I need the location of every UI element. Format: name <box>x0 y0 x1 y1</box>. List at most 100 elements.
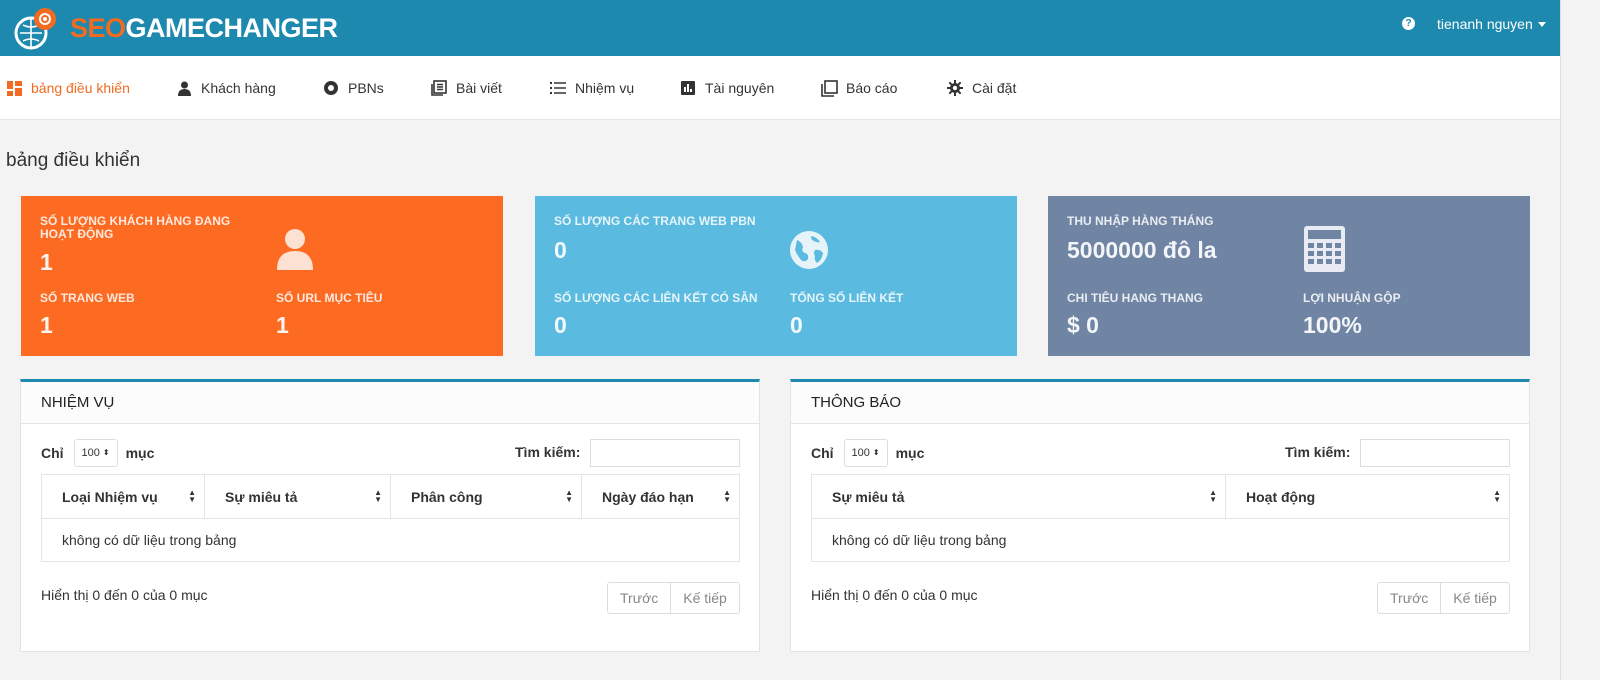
search-input[interactable] <box>1360 439 1510 467</box>
sort-arrows-icon: ⬍ <box>102 448 110 457</box>
next-button[interactable]: Kế tiếp <box>670 583 739 613</box>
stat-label: SỐ TRANG WEB <box>40 291 135 305</box>
show-label: Chỉ <box>811 445 834 461</box>
column-header-description[interactable]: Sự miêu tả ▲ ▼ <box>811 474 1226 519</box>
sort-icon: ▲ ▼ <box>188 488 196 504</box>
page-title: bảng điều khiển <box>6 150 141 171</box>
logo-icon <box>14 8 56 50</box>
stat-label: THU NHẬP HÀNG THÁNG <box>1067 214 1214 228</box>
empty-table-message: không có dữ liệu trong bảng <box>811 518 1510 562</box>
tasks-panel: NHIỆM VỤ Chỉ 100 ⬍ mục Tìm kiếm: Loại Nh… <box>20 379 760 652</box>
column-label: Phân công <box>411 488 483 505</box>
show-label: Chỉ <box>41 445 64 461</box>
nav-label: Nhiệm vụ <box>575 80 635 96</box>
stat-card-pbn: SỐ LƯỢNG CÁC TRANG WEB PBN 0 SỐ LƯỢNG CÁ… <box>535 196 1017 356</box>
nav-label: Khách hàng <box>201 80 276 96</box>
logo[interactable]: SEOGAMECHANGER <box>12 4 338 52</box>
stat-value: 0 <box>554 237 567 263</box>
column-label: Loại Nhiệm vụ <box>62 488 158 505</box>
stat-value: 1 <box>40 312 53 338</box>
calculator-icon <box>1304 226 1345 277</box>
logo-text-gamechanger: GAMECHANGER <box>125 12 339 43</box>
column-header-assignee[interactable]: Phân công ▲ ▼ <box>390 474 582 519</box>
prev-button[interactable]: Trước <box>608 583 670 613</box>
table-row: không có dữ liệu trong bảng <box>811 518 1510 562</box>
stat-label: CHI TIÊU HANG THANG <box>1067 291 1203 305</box>
nav-item-dashboard[interactable]: bảng điều khiển <box>5 56 130 120</box>
user-name: tienanh nguyen <box>1437 16 1533 32</box>
nav-label: Cài đặt <box>972 80 1017 96</box>
stat-card-clients: SỐ LƯỢNG KHÁCH HÀNG ĐANG HOẠT ĐỘNG 1 SỐ … <box>21 196 503 356</box>
column-label: Hoạt động <box>1246 488 1316 505</box>
page-length-select[interactable]: 100 ⬍ <box>843 439 888 467</box>
caret-down-icon <box>1537 21 1546 27</box>
entries-label: mục <box>895 445 925 461</box>
page-length-value: 100 <box>81 447 100 459</box>
panel-title: THÔNG BÁO <box>791 382 1529 424</box>
pagination: Trước Kế tiếp <box>1377 582 1510 614</box>
window-edge <box>1560 0 1600 680</box>
nav-item-settings[interactable]: Cài đặt <box>946 56 1016 120</box>
prev-button[interactable]: Trước <box>1378 583 1440 613</box>
nav-label: Bài viết <box>456 80 502 96</box>
list-icon <box>549 79 567 97</box>
entries-label: mục <box>125 445 155 461</box>
logo-text-seo: SEO <box>70 12 126 43</box>
user-icon <box>175 79 193 97</box>
panel-title: NHIỆM VỤ <box>21 382 759 424</box>
stat-value: 1 <box>276 312 289 338</box>
nav-label: Tài nguyên <box>705 80 775 96</box>
search-label: Tìm kiếm: <box>1285 444 1351 460</box>
stat-card-income: THU NHẬP HÀNG THÁNG 5000000 đô la CHI TI… <box>1048 196 1530 356</box>
nav-item-pbns[interactable]: PBNs <box>322 56 384 120</box>
empty-table-message: không có dữ liệu trong bảng <box>41 518 740 562</box>
page-length-control: Chỉ 100 ⬍ mục <box>41 439 154 467</box>
copy-icon <box>820 79 838 97</box>
stat-label: TỔNG SỐ LIÊN KẾT <box>790 291 904 305</box>
column-label: Ngày đáo hạn <box>602 488 694 505</box>
nav-item-articles[interactable]: Bài viết <box>430 56 502 120</box>
user-icon <box>276 228 314 275</box>
sort-icon: ▲ ▼ <box>374 488 382 504</box>
main-nav: bảng điều khiển Khách hàng PBNs Bài viết… <box>0 56 1560 120</box>
page-length-control: Chỉ 100 ⬍ mục <box>811 439 924 467</box>
nav-item-resources[interactable]: Tài nguyên <box>679 56 774 120</box>
nav-label: PBNs <box>348 80 384 96</box>
stat-value: 0 <box>790 312 803 338</box>
stat-label: SỐ LƯỢNG CÁC TRANG WEB PBN <box>554 214 756 228</box>
globe-icon <box>789 230 829 275</box>
column-label: Sự miêu tả <box>832 488 905 505</box>
stat-label: SỐ LƯỢNG CÁC LIÊN KẾT CÓ SẴN <box>554 291 758 305</box>
table-info: Hiển thị 0 đến 0 của 0 mục <box>41 587 208 603</box>
nav-label: Báo cáo <box>846 80 898 96</box>
page-length-select[interactable]: 100 ⬍ <box>73 439 118 467</box>
stat-label: SỐ URL MỤC TIÊU <box>276 291 383 305</box>
column-header-due-date[interactable]: Ngày đáo hạn ▲ ▼ <box>581 474 740 519</box>
stat-label: LỢI NHUẬN GỘP <box>1303 291 1401 305</box>
sort-icon: ▲ ▼ <box>565 488 573 504</box>
nav-label: bảng điều khiển <box>31 80 130 96</box>
nav-item-reports[interactable]: Báo cáo <box>820 56 897 120</box>
bar-chart-icon <box>679 79 697 97</box>
tasks-table: Loại Nhiệm vụ ▲ ▼ Sự miêu tả ▲ ▼ Phân công ▲ ▼… <box>41 474 740 562</box>
gear-icon <box>946 79 964 97</box>
top-header: SEOGAMECHANGER ? tienanh nguyen <box>0 0 1560 56</box>
column-header-description[interactable]: Sự miêu tả ▲ ▼ <box>204 474 391 519</box>
column-label: Sự miêu tả <box>225 488 298 505</box>
stat-value: 100% <box>1303 312 1362 338</box>
search-input[interactable] <box>590 439 740 467</box>
stat-value: 5000000 đô la <box>1067 237 1217 263</box>
user-menu[interactable]: tienanh nguyen <box>1437 16 1546 32</box>
help-icon[interactable]: ? <box>1402 17 1415 30</box>
dashboard-icon <box>5 79 23 97</box>
page-length-value: 100 <box>851 447 870 459</box>
next-button[interactable]: Kế tiếp <box>1440 583 1509 613</box>
notifications-table: Sự miêu tả ▲ ▼ Hoạt động ▲ ▼ không có dữ liệ… <box>811 474 1510 562</box>
nav-item-clients[interactable]: Khách hàng <box>175 56 276 120</box>
sort-arrows-icon: ⬍ <box>872 448 880 457</box>
table-row: không có dữ liệu trong bảng <box>41 518 740 562</box>
column-header-task-type[interactable]: Loại Nhiệm vụ ▲ ▼ <box>41 474 205 519</box>
search-label: Tìm kiếm: <box>515 444 581 460</box>
nav-item-tasks[interactable]: Nhiệm vụ <box>549 56 634 120</box>
column-header-activity[interactable]: Hoạt động ▲ ▼ <box>1225 474 1510 519</box>
